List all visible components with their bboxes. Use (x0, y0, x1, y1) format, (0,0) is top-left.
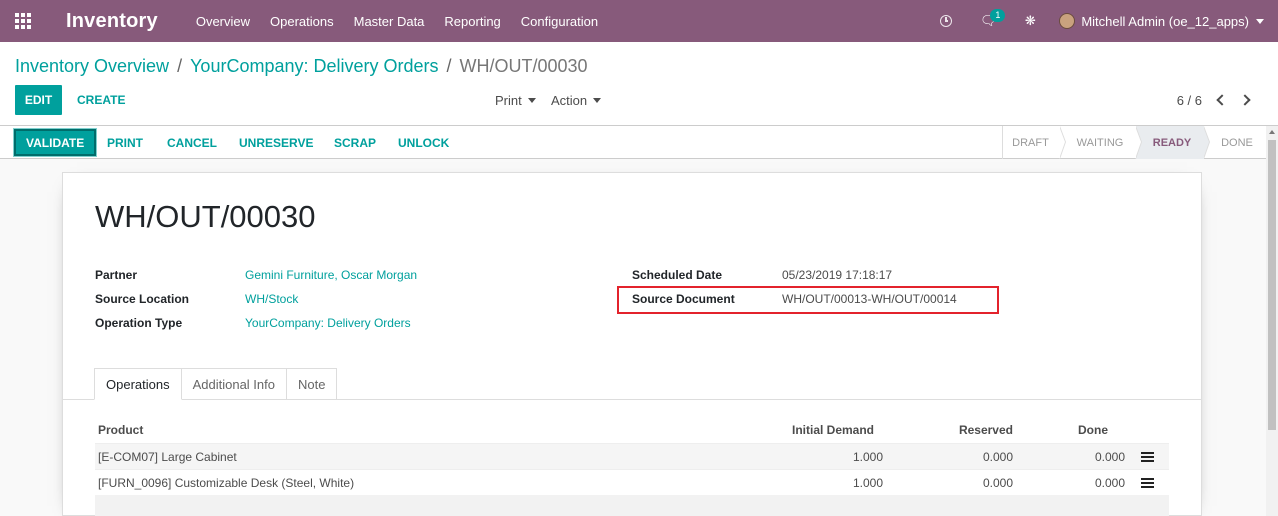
cancel-button[interactable]: CANCEL (167, 129, 217, 156)
stage-label: DRAFT (1012, 136, 1049, 149)
action-dropdown-label: Action (551, 92, 588, 108)
partner-label: Partner (95, 268, 138, 282)
stage-draft: DRAFT (1002, 126, 1066, 159)
scroll-thumb[interactable] (1268, 140, 1276, 430)
validate-button[interactable]: VALIDATE (14, 129, 97, 156)
stage-done: DONE (1204, 126, 1266, 159)
menu-operations[interactable]: Operations (260, 14, 344, 29)
menu-configuration[interactable]: Configuration (511, 14, 608, 29)
apps-menu-button[interactable] (0, 0, 46, 42)
table-row[interactable]: [FURN_0096] Customizable Desk (Steel, Wh… (95, 469, 1169, 495)
cell-done: 0.000 (1094, 475, 1125, 490)
table-header: Product Initial Demand Reserved Done (95, 417, 1169, 443)
cell-product: [E-COM07] Large Cabinet (98, 449, 237, 464)
avatar (1059, 13, 1076, 29)
clock-icon (940, 15, 953, 27)
detailed-operations-button[interactable] (1125, 477, 1169, 488)
apps-grid-icon (15, 13, 31, 29)
debug-button[interactable]: ❋ (1009, 0, 1051, 42)
activity-button[interactable] (925, 0, 967, 42)
user-menu[interactable]: Mitchell Admin (oe_12_apps) (1059, 13, 1264, 29)
tab-additional-info[interactable]: Additional Info (181, 368, 287, 400)
pager-next-button[interactable] (1239, 93, 1254, 107)
partner-field[interactable]: Gemini Furniture, Oscar Morgan (245, 268, 417, 282)
scroll-up-icon (1269, 130, 1275, 134)
stage-waiting: WAITING (1060, 126, 1142, 159)
source-location-field[interactable]: WH/Stock (245, 292, 298, 306)
tab-operations[interactable]: Operations (94, 368, 182, 400)
cell-reserved: 0.000 (982, 475, 1013, 490)
stage-ready: READY (1136, 126, 1210, 159)
unlock-button[interactable]: UNLOCK (398, 129, 449, 156)
page-scrollbar[interactable] (1266, 126, 1278, 516)
column-initial-demand[interactable]: Initial Demand (735, 423, 883, 437)
stage-label: READY (1152, 136, 1192, 149)
source-location-label: Source Location (95, 292, 190, 306)
cell-initial-demand: 1.000 (852, 449, 883, 464)
source-document-label: Source Document (632, 292, 735, 306)
edit-button[interactable]: EDIT (15, 85, 62, 115)
tab-note[interactable]: Note (287, 368, 338, 400)
list-detail-icon (1140, 477, 1154, 488)
bug-icon: ❋ (1024, 13, 1036, 28)
scheduled-date-field: 05/23/2019 17:18:17 (782, 268, 893, 282)
breadcrumb-delivery-orders[interactable]: YourCompany: Delivery Orders (190, 56, 438, 77)
operation-type-field[interactable]: YourCompany: Delivery Orders (245, 316, 411, 330)
menu-master-data[interactable]: Master Data (344, 14, 435, 29)
cell-initial-demand: 1.000 (852, 475, 883, 490)
table-empty-row (95, 495, 1169, 516)
unreserve-button[interactable]: UNRESERVE (239, 129, 313, 156)
action-dropdown[interactable]: Action (551, 85, 602, 115)
breadcrumb-inventory-overview[interactable]: Inventory Overview (15, 56, 169, 77)
operations-table: Product Initial Demand Reserved Done [E-… (95, 417, 1169, 495)
detailed-operations-button[interactable] (1125, 451, 1169, 462)
record-title: WH/OUT/00030 (95, 199, 316, 234)
menu-overview[interactable]: Overview (186, 14, 260, 29)
source-document-field: WH/OUT/00013-WH/OUT/00014 (782, 292, 957, 306)
control-panel: Inventory Overview / YourCompany: Delive… (0, 42, 1278, 126)
print-dropdown[interactable]: Print (495, 85, 536, 115)
scrap-button[interactable]: SCRAP (334, 129, 376, 156)
pager-value[interactable]: 6 / 6 (1177, 85, 1202, 115)
scheduled-date-label: Scheduled Date (632, 268, 723, 282)
pager-previous-button[interactable] (1213, 93, 1228, 107)
stage-label: DONE (1221, 136, 1253, 149)
notebook-tabs: Operations Additional Info Note (94, 368, 338, 400)
breadcrumb: Inventory Overview / YourCompany: Delive… (15, 56, 588, 77)
operation-type-label: Operation Type (95, 316, 183, 330)
form-statusbar: VALIDATE PRINT CANCEL UNRESERVE SCRAP UN… (0, 126, 1266, 159)
breadcrumb-current: WH/OUT/00030 (459, 56, 588, 76)
chevron-down-icon (1256, 18, 1264, 24)
stage-bar: DRAFT WAITING READY DONE (1002, 126, 1266, 159)
print-dropdown-label: Print (495, 92, 522, 108)
breadcrumb-separator: / (446, 56, 452, 76)
list-detail-icon (1140, 451, 1154, 462)
chevron-right-icon (1239, 94, 1251, 106)
messaging-button[interactable]: 🗨 1 (967, 0, 1009, 42)
stage-label: WAITING (1076, 136, 1124, 149)
top-navbar: Inventory Overview Operations Master Dat… (0, 0, 1278, 42)
column-reserved[interactable]: Reserved (883, 423, 1013, 437)
cell-reserved: 0.000 (982, 449, 1013, 464)
chevron-down-icon (593, 97, 602, 103)
app-name: Inventory (66, 9, 158, 32)
chevron-down-icon (527, 97, 536, 103)
chat-badge: 1 (990, 9, 1006, 22)
main-menu: Overview Operations Master Data Reportin… (186, 14, 608, 29)
menu-reporting[interactable]: Reporting (434, 14, 510, 29)
chevron-left-icon (1216, 94, 1228, 106)
create-button[interactable]: CREATE (66, 85, 136, 115)
print-button[interactable]: PRINT (107, 129, 143, 156)
table-row[interactable]: [E-COM07] Large Cabinet 1.000 0.000 0.00… (95, 443, 1169, 469)
cell-done: 0.000 (1094, 449, 1125, 464)
column-product[interactable]: Product (95, 423, 735, 437)
systray: 🗨 1 ❋ Mitchell Admin (oe_12_apps) (925, 0, 1278, 42)
cell-product: [FURN_0096] Customizable Desk (Steel, Wh… (98, 475, 355, 490)
form-sheet: WH/OUT/00030 Partner Gemini Furniture, O… (62, 172, 1202, 516)
column-done[interactable]: Done (1013, 423, 1125, 437)
user-name: Mitchell Admin (oe_12_apps) (1081, 13, 1249, 29)
breadcrumb-separator: / (177, 56, 183, 76)
